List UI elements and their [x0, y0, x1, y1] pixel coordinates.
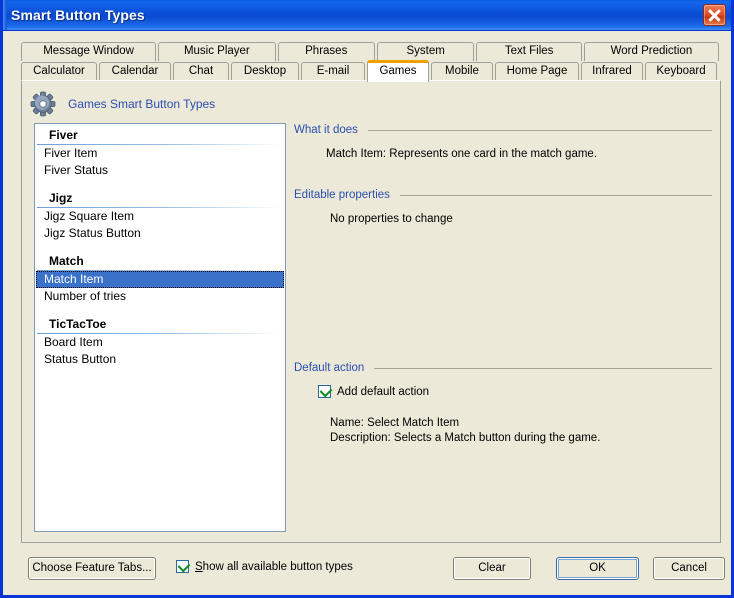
title-bar: Smart Button Types [3, 0, 731, 31]
group-title: Match [49, 254, 84, 268]
listbox-group-fiver: Fiver Fiver Item Fiver Status [35, 126, 285, 187]
show-all-button-types-checkbox[interactable] [176, 559, 191, 573]
tab-text-files[interactable]: Text Files [476, 42, 582, 61]
tab-system[interactable]: System [376, 42, 475, 61]
tab-calendar[interactable]: Calendar [99, 62, 171, 81]
group-title: Fiver [49, 128, 78, 142]
detail-pane: What it does Match Item: Represents one … [294, 123, 712, 532]
tab-strip: Message Window Music Player Phrases Syst… [21, 41, 721, 82]
tab-content-panel: Games Smart Button Types Fiver Fiver Ite… [21, 80, 721, 543]
group-title: TicTacToe [49, 317, 107, 331]
choose-feature-tabs-button[interactable]: Choose Feature Tabs... [28, 557, 156, 580]
listbox-group-match: Match Match Item Number of tries [35, 252, 285, 313]
titlebar-left-edge [3, 0, 7, 30]
cancel-button[interactable]: Cancel [653, 557, 725, 580]
tab-infrared[interactable]: Infrared [581, 62, 643, 81]
tab-row-2: Calculator Calendar Chat Desktop E-mail … [21, 60, 721, 82]
list-item[interactable]: Board Item [36, 334, 284, 351]
ok-button[interactable]: OK [556, 557, 639, 580]
dialog-button-bar: Choose Feature Tabs... Show all availabl… [3, 548, 731, 592]
list-item[interactable]: Fiver Item [36, 145, 284, 162]
show-all-button-types-label[interactable]: Show all available button types [195, 561, 353, 573]
checkmark-icon [177, 559, 191, 573]
gear-icon [30, 91, 56, 117]
add-default-action-checkbox[interactable] [318, 384, 333, 398]
default-action-name: Name: Select Match Item [330, 417, 460, 429]
tab-home-page[interactable]: Home Page [495, 62, 579, 81]
section-label: Default action [294, 362, 365, 374]
button-types-listbox[interactable]: Fiver Fiver Item Fiver Status Jigz Jigz … [34, 123, 286, 532]
section-label: What it does [294, 124, 358, 136]
editable-properties-text: No properties to change [330, 213, 453, 225]
list-item[interactable]: Jigz Status Button [36, 225, 284, 242]
listbox-group-tictactoe: TicTacToe Board Item Status Button [35, 315, 285, 368]
tab-chat[interactable]: Chat [173, 62, 229, 81]
window-title: Smart Button Types [11, 7, 145, 23]
tab-games[interactable]: Games [367, 60, 429, 82]
show-all-button-types-row[interactable]: Show all available button types [176, 559, 353, 573]
section-header-what-it-does: What it does [294, 123, 712, 137]
tab-email[interactable]: E-mail [301, 62, 365, 81]
group-title: Jigz [49, 191, 73, 205]
add-default-action-label[interactable]: Add default action [337, 386, 429, 398]
section-divider [374, 367, 712, 369]
tab-desktop[interactable]: Desktop [231, 62, 299, 81]
section-header-editable-properties: Editable properties [294, 188, 712, 202]
section-label: Editable properties [294, 189, 390, 201]
checkmark-icon [319, 384, 333, 398]
tab-message-window[interactable]: Message Window [21, 42, 157, 61]
panel-header-label: Games Smart Button Types [68, 97, 216, 111]
tab-row-1: Message Window Music Player Phrases Syst… [21, 41, 721, 61]
list-item[interactable]: Status Button [36, 351, 284, 368]
tab-calculator[interactable]: Calculator [21, 62, 97, 81]
default-action-description: Description: Selects a Match button duri… [330, 432, 601, 444]
tab-mobile[interactable]: Mobile [431, 62, 493, 81]
panel-header: Games Smart Button Types [30, 89, 215, 119]
section-divider [367, 129, 712, 131]
list-item-selected[interactable]: Match Item [36, 271, 284, 288]
list-item[interactable]: Fiver Status [36, 162, 284, 179]
listbox-group-jigz: Jigz Jigz Square Item Jigz Status Button [35, 189, 285, 250]
list-item[interactable]: Jigz Square Item [36, 208, 284, 225]
tab-phrases[interactable]: Phrases [277, 42, 375, 61]
clear-button[interactable]: Clear [453, 557, 531, 580]
accelerator-letter: S [195, 560, 203, 573]
add-default-action-row[interactable]: Add default action [318, 384, 712, 398]
list-item[interactable]: Number of tries [36, 288, 284, 305]
show-all-rest-text: how all available button types [202, 560, 353, 573]
tab-music-player[interactable]: Music Player [158, 42, 276, 61]
section-divider [399, 194, 712, 196]
section-default-action: Default action Add default action Name: … [294, 361, 712, 446]
tab-keyboard[interactable]: Keyboard [645, 62, 717, 81]
smart-button-types-dialog: Smart Button Types Message Window Music … [0, 0, 734, 598]
what-it-does-text: Match Item: Represents one card in the m… [326, 148, 598, 160]
close-icon[interactable] [703, 4, 726, 26]
tab-word-prediction[interactable]: Word Prediction [583, 42, 720, 61]
section-header-default-action: Default action [294, 361, 712, 375]
